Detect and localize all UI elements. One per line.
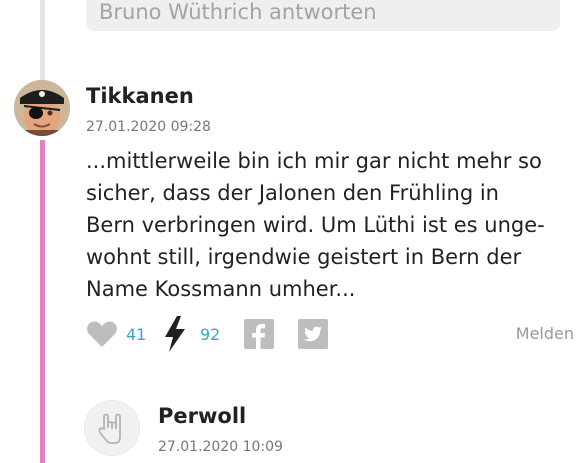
- comment-text-line: ...mittlerweile bin ich mir gar nicht me…: [86, 149, 542, 173]
- thread-line-previous: [40, 0, 45, 84]
- comment-actions: 41 92 Melden: [86, 316, 574, 356]
- like-count: 41: [126, 325, 147, 344]
- reply-placeholder: Bruno Wüthrich antworten: [99, 0, 377, 24]
- report-link[interactable]: Melden: [516, 324, 574, 343]
- comment-author[interactable]: Tikkanen: [86, 84, 194, 108]
- comment-text-line: Bern verbringen wird. Um Lüthi ist es un…: [86, 213, 545, 237]
- comment-text-line: sicher, dass der Jalonen den Frühling in: [86, 181, 499, 205]
- comment-text-line: wohnt still, irgendwie geistert in Bern …: [86, 245, 522, 269]
- reply-input[interactable]: Bruno Wüthrich antworten: [86, 0, 560, 31]
- comment-date: 27.01.2020 10:09: [158, 439, 283, 455]
- comment-author[interactable]: Perwoll: [158, 404, 246, 428]
- avatar[interactable]: [14, 80, 70, 136]
- twitter-icon[interactable]: [298, 319, 328, 349]
- facebook-icon[interactable]: [244, 319, 274, 349]
- thread-line: [40, 140, 45, 463]
- heart-icon[interactable]: [86, 320, 118, 348]
- pirate-avatar-icon: [14, 80, 70, 136]
- lightning-icon[interactable]: [164, 316, 186, 352]
- comment-date: 27.01.2020 09:28: [86, 119, 211, 135]
- flash-count: 92: [200, 325, 221, 344]
- rock-hand-icon: [98, 413, 121, 444]
- avatar[interactable]: [84, 400, 140, 456]
- comment-text: ...mittlerweile bin ich mir gar nicht me…: [86, 145, 566, 305]
- comment-text-line: Name Kossmann umher...: [86, 277, 356, 301]
